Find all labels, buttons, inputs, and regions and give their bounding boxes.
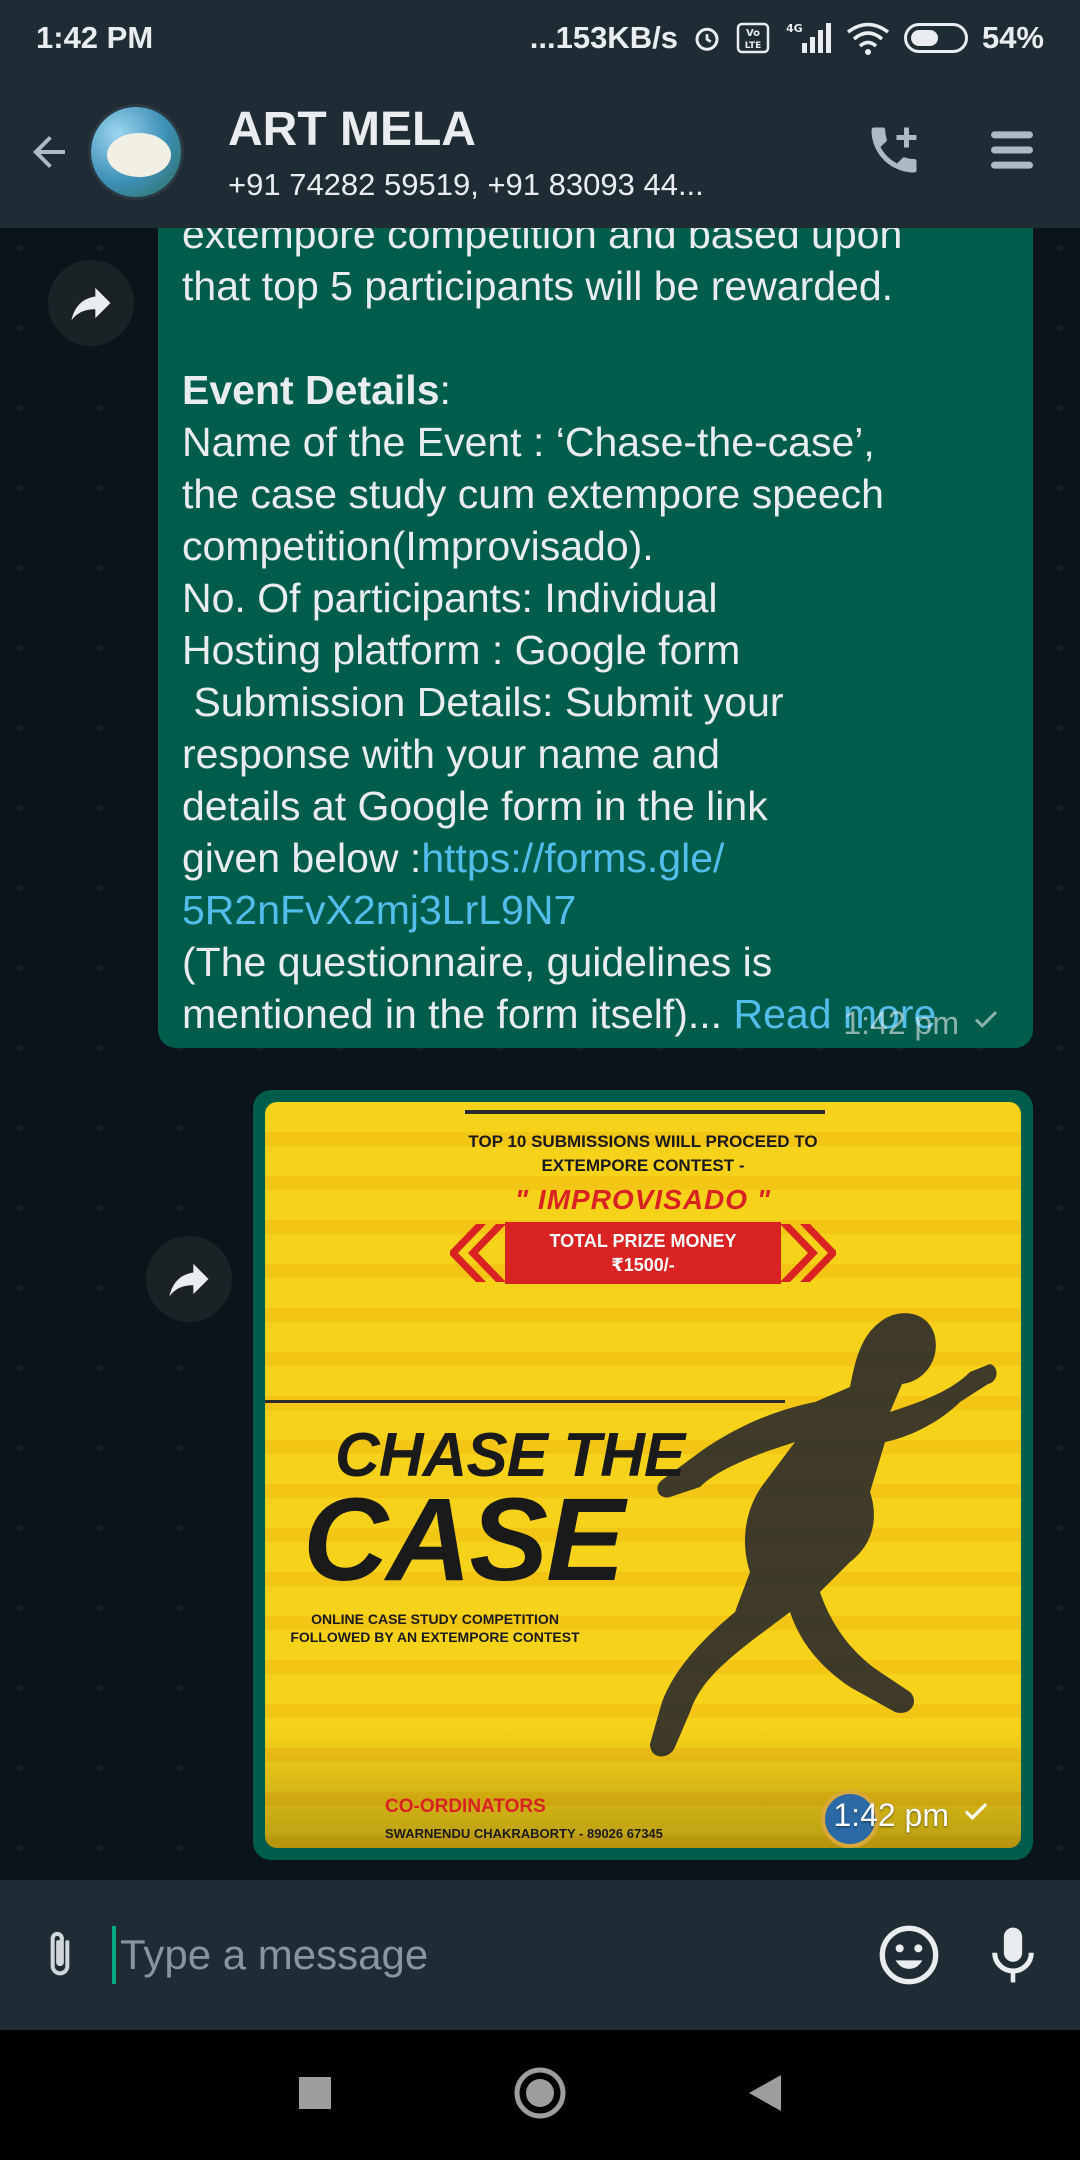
group-avatar[interactable] — [88, 104, 184, 200]
message-line: Name of the Event : ‘Chase-the-case’, — [182, 419, 875, 465]
details-heading-line: Event Details: — [182, 364, 1009, 416]
message-time: 1:42 pm — [843, 1004, 959, 1041]
battery-percent: 54% — [981, 20, 1044, 55]
details-heading: Event Details — [182, 367, 440, 413]
event-poster-image[interactable]: TOP 10 SUBMISSIONS WIILL PROCEED TO EXTE… — [265, 1102, 1021, 1848]
message-line: that top 5 participants will be rewarded… — [182, 263, 894, 309]
message-line: (The questionnaire, guidelines is — [182, 939, 773, 985]
message-body: extempore competition and based upon tha… — [182, 228, 1009, 1040]
signal-icon: 4G — [784, 21, 832, 55]
link-prefix: given below : — [182, 835, 422, 881]
message-line: details at Google form in the link — [182, 783, 768, 829]
sent-check-icon — [969, 1004, 1003, 1042]
system-nav-bar — [0, 2030, 1080, 2160]
chat-participants: +91 74282 59519, +91 83093 44... — [228, 166, 704, 202]
emoji-icon[interactable] — [874, 1920, 944, 1990]
message-line: response with your name and — [182, 731, 720, 777]
prize-label: TOTAL PRIZE MONEY — [549, 1231, 737, 1251]
image-time: 1:42 pm — [833, 1796, 949, 1833]
wifi-icon — [846, 21, 890, 55]
status-time: 1:42 PM — [36, 20, 154, 55]
message-line: Submission Details: Submit your — [182, 679, 784, 725]
svg-text:4G: 4G — [786, 22, 803, 35]
back-nav-button[interactable] — [747, 2073, 783, 2118]
message-composer: Type a message — [0, 1880, 1080, 2030]
chat-header: ART MELA +91 74282 59519, +91 83093 44..… — [0, 76, 1080, 228]
link-line: given below :https://forms.gle/ — [182, 832, 1009, 884]
chat-title: ART MELA — [228, 102, 476, 156]
menu-icon[interactable] — [984, 122, 1040, 183]
poster-headline-line: TOP 10 SUBMISSIONS WIILL PROCEED TO — [468, 1132, 818, 1151]
volte-icon: Vo LTE — [736, 22, 770, 54]
poster-headline-line: EXTEMPORE CONTEST - — [541, 1156, 745, 1175]
image-message-bubble[interactable]: TOP 10 SUBMISSIONS WIILL PROCEED TO EXTE… — [253, 1090, 1033, 1860]
chat-area[interactable]: extempore competition and based upon tha… — [0, 228, 1080, 1880]
image-meta: 1:42 pm — [833, 1796, 993, 1834]
message-line: the case study cum extempore speech — [182, 471, 884, 517]
details-colon: : — [439, 367, 451, 413]
message-input[interactable]: Type a message — [112, 1926, 874, 1984]
sent-check-icon — [959, 1796, 993, 1834]
network-speed: ...153KB/s — [529, 20, 678, 55]
poster-headline: TOP 10 SUBMISSIONS WIILL PROCEED TO EXTE… — [265, 1130, 1021, 1178]
svg-text:Vo: Vo — [746, 28, 760, 39]
prize-banner: TOTAL PRIZE MONEY ₹1500/- — [505, 1222, 781, 1284]
alarm-icon — [692, 23, 722, 53]
forward-icon[interactable] — [146, 1236, 232, 1322]
forward-icon[interactable] — [48, 260, 134, 346]
text-message-bubble[interactable]: extempore competition and based upon tha… — [158, 228, 1033, 1048]
chat-title-area[interactable]: ART MELA +91 74282 59519, +91 83093 44..… — [228, 102, 864, 203]
attach-icon[interactable] — [32, 1927, 88, 1983]
message-placeholder: Type a message — [120, 1931, 429, 1978]
chevron-left-icon — [450, 1224, 506, 1282]
poster-improvisado: " IMPROVISADO " — [514, 1184, 772, 1215]
form-link[interactable]: https://forms.gle/ — [421, 835, 724, 881]
message-meta: 1:42 pm — [843, 1004, 1003, 1042]
poster-subtitle-line: ONLINE CASE STUDY COMPETITION — [311, 1611, 559, 1627]
message-line: Hosting platform : Google form — [182, 627, 741, 673]
back-arrow-icon[interactable] — [14, 117, 84, 187]
prize-amount: ₹1500/- — [611, 1255, 675, 1275]
message-line: No. Of participants: Individual — [182, 575, 718, 621]
svg-text:LTE: LTE — [745, 41, 762, 51]
coordinators-label: CO-ORDINATORS — [385, 1796, 546, 1817]
poster-subtitle-line: FOLLOWED BY AN EXTEMPORE CONTEST — [290, 1629, 580, 1645]
message-line: competition(Improvisado). — [182, 523, 654, 569]
recents-button[interactable] — [297, 2075, 333, 2116]
form-link-continued[interactable]: 5R2nFvX2mj3LrL9N7 — [182, 887, 576, 933]
poster-title-line2: CASE — [303, 1474, 625, 1606]
message-line: extempore competition and based upon — [182, 228, 903, 257]
status-bar: 1:42 PM ...153KB/s Vo LTE 4G 54% — [0, 0, 1080, 76]
poster-subtitle: ONLINE CASE STUDY COMPETITION FOLLOWED B… — [285, 1610, 585, 1646]
coordinator-name: SWARNENDU CHAKRABORTY - 89026 67345 — [385, 1826, 663, 1841]
microphone-icon[interactable] — [978, 1920, 1048, 1990]
message-line: mentioned in the form itself)... — [182, 991, 723, 1037]
battery-icon — [903, 23, 968, 53]
home-button[interactable] — [513, 2066, 567, 2125]
add-call-icon[interactable] — [864, 120, 924, 185]
chevron-right-icon — [780, 1224, 836, 1282]
